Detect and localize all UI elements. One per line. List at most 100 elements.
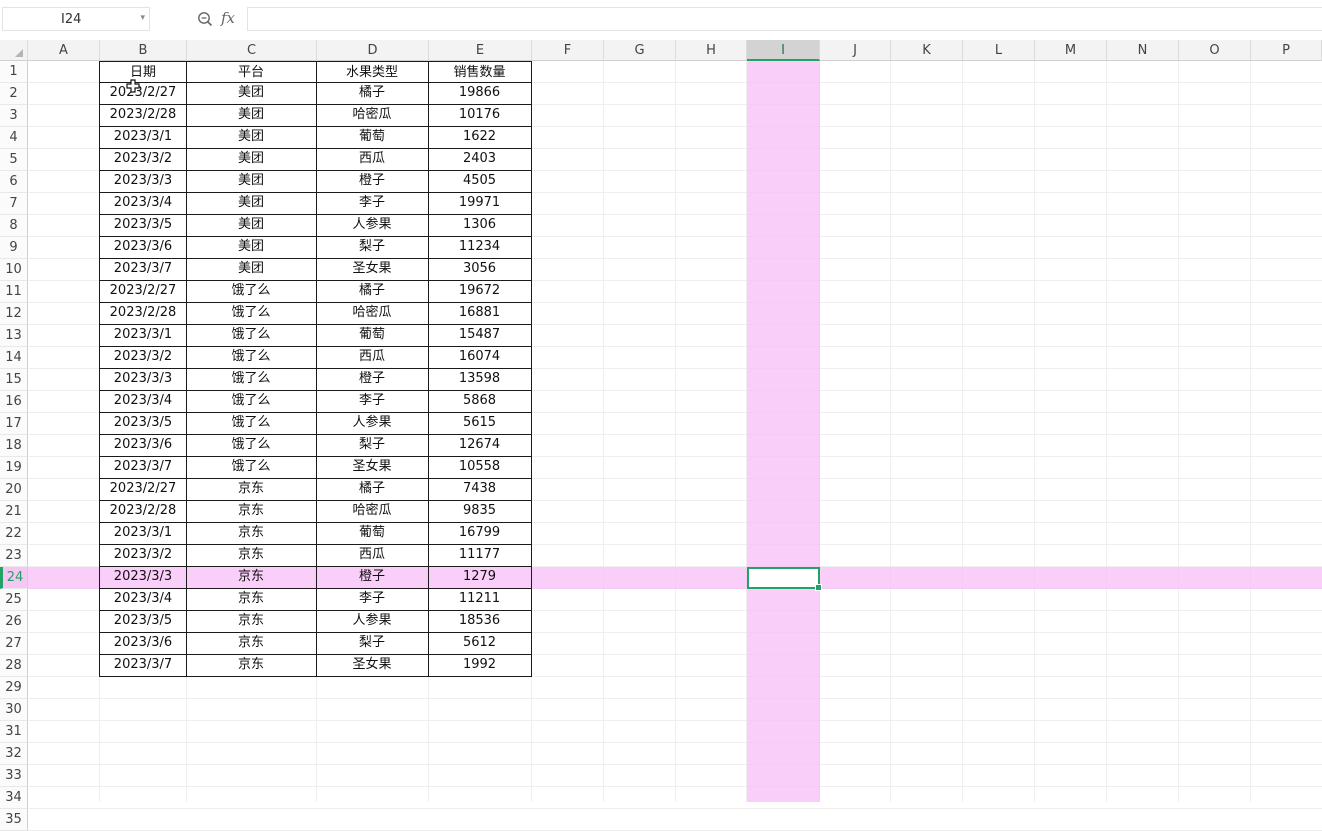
table-cell[interactable]: 19971 xyxy=(428,192,532,215)
table-cell[interactable]: 16074 xyxy=(428,346,532,369)
row-header-8[interactable]: 8 xyxy=(0,215,28,237)
active-cell[interactable] xyxy=(747,567,822,591)
table-cell[interactable]: 梨子 xyxy=(316,632,429,655)
table-cell[interactable]: 2023/3/7 xyxy=(99,654,187,677)
table-cell[interactable]: 2023/2/28 xyxy=(99,104,187,127)
row-header-32[interactable]: 32 xyxy=(0,743,28,765)
table-cell[interactable]: 2023/3/2 xyxy=(99,148,187,171)
table-cell[interactable]: 美团 xyxy=(186,236,317,259)
table-cell[interactable]: 2023/3/2 xyxy=(99,346,187,369)
table-cell[interactable]: 2023/3/2 xyxy=(99,544,187,567)
table-cell[interactable]: 16799 xyxy=(428,522,532,545)
row-header-18[interactable]: 18 xyxy=(0,435,28,457)
table-cell[interactable]: 2023/2/28 xyxy=(99,302,187,325)
table-cell[interactable]: 2403 xyxy=(428,148,532,171)
table-cell[interactable]: 西瓜 xyxy=(316,148,429,171)
table-cell[interactable]: 饿了么 xyxy=(186,434,317,457)
row-header-28[interactable]: 28 xyxy=(0,655,28,677)
column-header-i[interactable]: I xyxy=(747,40,820,61)
row-header-15[interactable]: 15 xyxy=(0,369,28,391)
table-cell[interactable]: 橙子 xyxy=(316,368,429,391)
table-cell[interactable]: 2023/3/6 xyxy=(99,236,187,259)
table-cell[interactable]: 1306 xyxy=(428,214,532,237)
table-cell[interactable]: 2023/3/5 xyxy=(99,214,187,237)
row-header-30[interactable]: 30 xyxy=(0,699,28,721)
table-cell[interactable]: 哈密瓜 xyxy=(316,104,429,127)
row-header-11[interactable]: 11 xyxy=(0,281,28,303)
table-header-cell[interactable]: 销售数量 xyxy=(428,61,532,83)
row-header-17[interactable]: 17 xyxy=(0,413,28,435)
column-header-k[interactable]: K xyxy=(891,40,963,61)
table-cell[interactable]: 19866 xyxy=(428,82,532,105)
fx-icon[interactable]: fx xyxy=(221,9,235,27)
table-cell[interactable]: 2023/3/3 xyxy=(99,170,187,193)
column-header-d[interactable]: D xyxy=(317,40,429,61)
table-cell[interactable]: 2023/3/6 xyxy=(99,434,187,457)
table-cell[interactable]: 哈密瓜 xyxy=(316,500,429,523)
column-header-f[interactable]: F xyxy=(532,40,604,61)
table-cell[interactable]: 2023/3/7 xyxy=(99,258,187,281)
table-header-cell[interactable]: 平台 xyxy=(186,61,317,83)
column-header-n[interactable]: N xyxy=(1107,40,1179,61)
table-cell[interactable]: 西瓜 xyxy=(316,346,429,369)
column-header-h[interactable]: H xyxy=(676,40,747,61)
table-cell[interactable]: 2023/3/4 xyxy=(99,390,187,413)
row-header-7[interactable]: 7 xyxy=(0,193,28,215)
row-header-16[interactable]: 16 xyxy=(0,391,28,413)
spreadsheet-grid[interactable]: ABCDEFGHIJKLMNOP 1 2 3 4 5 6 7 8 9 10 11 12 13 14 15 16… xyxy=(0,40,1322,831)
row-header-5[interactable]: 5 xyxy=(0,149,28,171)
table-cell[interactable]: 12674 xyxy=(428,434,532,457)
table-cell[interactable]: 李子 xyxy=(316,588,429,611)
row-header-23[interactable]: 23 xyxy=(0,545,28,567)
table-cell[interactable]: 11211 xyxy=(428,588,532,611)
table-cell[interactable]: 京东 xyxy=(186,500,317,523)
row-header-22[interactable]: 22 xyxy=(0,523,28,545)
row-header-4[interactable]: 4 xyxy=(0,127,28,149)
table-cell[interactable]: 美团 xyxy=(186,214,317,237)
formula-input[interactable] xyxy=(247,7,1322,31)
table-header-cell[interactable]: 水果类型 xyxy=(316,61,429,83)
column-header-o[interactable]: O xyxy=(1179,40,1251,61)
row-header-10[interactable]: 10 xyxy=(0,259,28,281)
table-cell[interactable]: 梨子 xyxy=(316,434,429,457)
table-cell[interactable]: 美团 xyxy=(186,170,317,193)
table-cell[interactable]: 人参果 xyxy=(316,412,429,435)
table-cell[interactable]: 饿了么 xyxy=(186,368,317,391)
table-cell[interactable]: 美团 xyxy=(186,148,317,171)
table-cell[interactable]: 11177 xyxy=(428,544,532,567)
table-cell[interactable]: 5615 xyxy=(428,412,532,435)
table-cell[interactable]: 16881 xyxy=(428,302,532,325)
table-cell[interactable]: 葡萄 xyxy=(316,126,429,149)
row-header-25[interactable]: 25 xyxy=(0,589,28,611)
column-header-e[interactable]: E xyxy=(429,40,532,61)
table-cell[interactable]: 2023/3/1 xyxy=(99,126,187,149)
table-cell[interactable]: 2023/2/28 xyxy=(99,500,187,523)
row-header-27[interactable]: 27 xyxy=(0,633,28,655)
table-cell[interactable]: 2023/3/3 xyxy=(99,368,187,391)
table-cell[interactable]: 饿了么 xyxy=(186,280,317,303)
table-cell[interactable]: 美团 xyxy=(186,126,317,149)
row-header-12[interactable]: 12 xyxy=(0,303,28,325)
table-cell[interactable]: 橙子 xyxy=(316,170,429,193)
row-header-9[interactable]: 9 xyxy=(0,237,28,259)
fill-handle[interactable] xyxy=(815,584,822,591)
table-cell[interactable]: 18536 xyxy=(428,610,532,633)
table-cell[interactable]: 饿了么 xyxy=(186,456,317,479)
table-cell[interactable]: 11234 xyxy=(428,236,532,259)
table-cell[interactable]: 10176 xyxy=(428,104,532,127)
table-cell[interactable]: 饿了么 xyxy=(186,412,317,435)
table-cell[interactable]: 京东 xyxy=(186,566,317,589)
row-header-20[interactable]: 20 xyxy=(0,479,28,501)
table-cell[interactable]: 2023/2/27 xyxy=(99,280,187,303)
table-cell[interactable]: 橘子 xyxy=(316,82,429,105)
table-header-cell[interactable]: 日期 xyxy=(99,61,187,83)
column-header-l[interactable]: L xyxy=(963,40,1035,61)
table-cell[interactable]: 15487 xyxy=(428,324,532,347)
table-cell[interactable]: 葡萄 xyxy=(316,522,429,545)
table-cell[interactable]: 橙子 xyxy=(316,566,429,589)
table-cell[interactable]: 京东 xyxy=(186,654,317,677)
table-cell[interactable]: 饿了么 xyxy=(186,346,317,369)
row-header-24[interactable]: 24 xyxy=(0,567,28,589)
row-header-33[interactable]: 33 xyxy=(0,765,28,787)
row-header-31[interactable]: 31 xyxy=(0,721,28,743)
